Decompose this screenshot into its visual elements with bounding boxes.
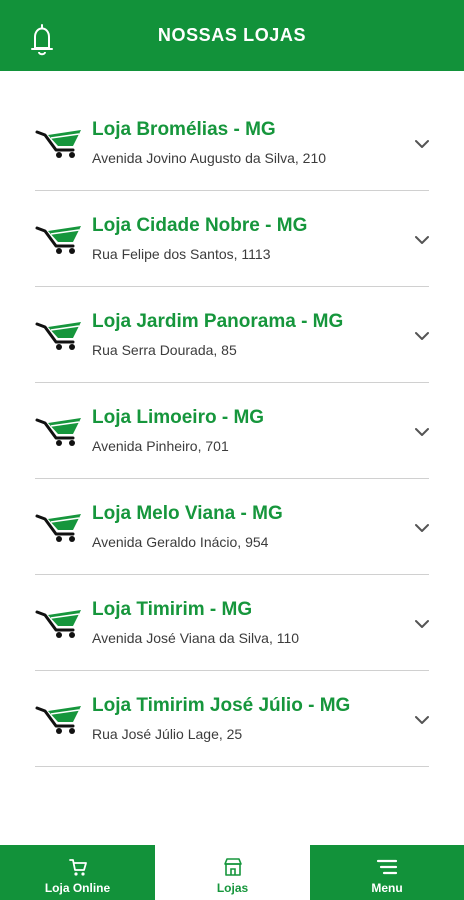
app-screen: NOSSAS LOJAS Loja Bromélias - MG Avenida… [0, 0, 464, 900]
shopping-cart-icon [35, 322, 81, 350]
chevron-down-icon[interactable] [415, 331, 429, 341]
store-list-item[interactable]: Loja Timirim José Júlio - MG Rua José Jú… [35, 671, 429, 767]
chevron-down-icon[interactable] [415, 139, 429, 149]
store-address: Avenida Pinheiro, 701 [92, 438, 229, 454]
chevron-down-icon[interactable] [415, 619, 429, 629]
nav-item-loja-online[interactable]: Loja Online [0, 845, 155, 900]
store-name: Loja Cidade Nobre - MG [92, 215, 308, 236]
shopping-cart-icon [35, 706, 81, 734]
top-bar: NOSSAS LOJAS [0, 0, 464, 71]
bell-icon[interactable] [28, 22, 56, 58]
chevron-down-icon[interactable] [415, 715, 429, 725]
shopping-cart-icon [35, 130, 81, 158]
menu-icon [376, 859, 398, 875]
nav-item-lojas[interactable]: Lojas [155, 845, 310, 900]
store-address: Rua Serra Dourada, 85 [92, 342, 237, 358]
store-address: Avenida Jovino Augusto da Silva, 210 [92, 150, 327, 166]
shopping-cart-icon [35, 610, 81, 638]
store-address: Rua José Júlio Lage, 25 [92, 726, 243, 742]
store-list-item[interactable]: Loja Melo Viana - MG Avenida Geraldo Iná… [35, 479, 429, 575]
store-icon [223, 858, 242, 876]
shopping-cart-icon [35, 418, 81, 446]
store-name: Loja Limoeiro - MG [92, 407, 265, 428]
store-list: Loja Bromélias - MG Avenida Jovino Augus… [0, 95, 464, 767]
bottom-navigation: Loja Online Lojas Menu [0, 845, 464, 900]
nav-label: Menu [371, 881, 403, 895]
chevron-down-icon[interactable] [415, 523, 429, 533]
store-list-item[interactable]: Loja Limoeiro - MG Avenida Pinheiro, 701 [35, 383, 429, 479]
nav-label: Loja Online [44, 881, 111, 895]
store-name: Loja Bromélias - MG [92, 119, 276, 140]
store-name: Loja Jardim Panorama - MG [92, 311, 344, 332]
store-address: Rua Felipe dos Santos, 1113 [92, 246, 271, 262]
store-address: Avenida José Viana da Silva, 110 [92, 630, 300, 646]
store-name: Loja Melo Viana - MG [92, 503, 283, 524]
cart-icon [68, 859, 87, 876]
store-list-item[interactable]: Loja Cidade Nobre - MG Rua Felipe dos Sa… [35, 191, 429, 287]
shopping-cart-icon [35, 226, 81, 254]
store-name: Loja Timirim José Júlio - MG [92, 695, 351, 716]
store-list-item[interactable]: Loja Bromélias - MG Avenida Jovino Augus… [35, 95, 429, 191]
store-list-item[interactable]: Loja Timirim - MG Avenida José Viana da … [35, 575, 429, 671]
chevron-down-icon[interactable] [415, 427, 429, 437]
nav-item-menu[interactable]: Menu [310, 845, 464, 900]
store-address: Avenida Geraldo Inácio, 954 [92, 534, 269, 550]
page-title: NOSSAS LOJAS [157, 25, 307, 45]
shopping-cart-icon [35, 514, 81, 542]
chevron-down-icon[interactable] [415, 235, 429, 245]
nav-label: Lojas [216, 881, 249, 895]
store-name: Loja Timirim - MG [92, 599, 253, 620]
store-list-item[interactable]: Loja Jardim Panorama - MG Rua Serra Dour… [35, 287, 429, 383]
